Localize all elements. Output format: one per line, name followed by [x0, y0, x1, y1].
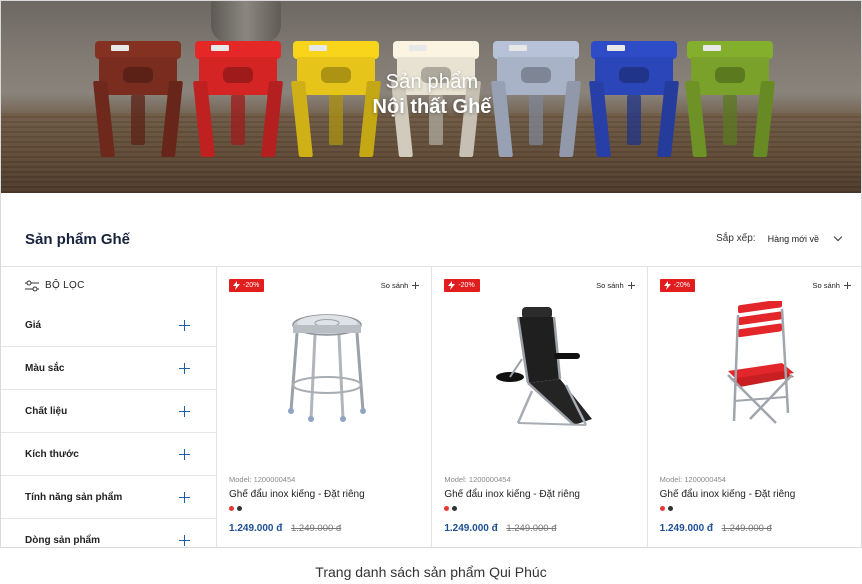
product-card[interactable]: -20% So sánh Model: 1200000454 Ghế đẩu i…: [648, 267, 861, 547]
filter-sliders-icon: [25, 280, 39, 291]
plus-icon: [843, 282, 851, 289]
discount-text: -20%: [673, 282, 690, 289]
product-model: Model: 1200000454: [444, 475, 511, 484]
facet-label: Tính năng sản phẩm: [25, 491, 123, 503]
compare-button[interactable]: So sánh: [381, 281, 420, 290]
product-name[interactable]: Ghế đẩu inox kiếng - Đặt riêng: [444, 489, 580, 500]
discount-text: -20%: [458, 282, 475, 289]
swatch-dark[interactable]: [237, 506, 242, 511]
swatch-red[interactable]: [229, 506, 234, 511]
hero-banner: Sản phẩm Nội thất Ghế: [1, 1, 861, 193]
filter-sidebar: BỘ LỌC Giá Màu sắc Chất liệu Kích thước …: [1, 267, 217, 547]
filter-price[interactable]: Giá: [1, 304, 216, 347]
facet-label: Kích thước: [25, 448, 79, 460]
discount-badge: -20%: [659, 279, 695, 292]
product-price: 1.249.000 đ: [229, 523, 283, 534]
expand-plus-icon[interactable]: [179, 535, 190, 546]
hero-subtitle: Sản phẩm: [385, 71, 479, 93]
color-swatches: [659, 506, 676, 511]
lightning-icon: [663, 281, 671, 290]
compare-button[interactable]: So sánh: [596, 281, 635, 290]
page-frame: Sản phẩm Nội thất Ghế Sản phẩm Ghế Sắp x…: [0, 0, 862, 548]
product-model: Model: 1200000454: [229, 475, 296, 484]
plus-icon: [412, 282, 420, 289]
swatch-dark[interactable]: [667, 506, 673, 511]
product-model: Model: 1200000454: [659, 475, 726, 484]
expand-plus-icon[interactable]: [179, 448, 190, 460]
product-old-price: 1.249.000 đ: [506, 523, 557, 534]
swatch-red[interactable]: [444, 506, 450, 511]
filter-features[interactable]: Tính năng sản phẩm: [1, 476, 216, 519]
expand-plus-icon[interactable]: [179, 405, 190, 417]
expand-plus-icon[interactable]: [179, 319, 190, 331]
folding-chair-icon[interactable]: [698, 301, 818, 431]
sort-control[interactable]: Sắp xếp: Hàng mới về: [716, 232, 843, 244]
product-name[interactable]: Ghế đẩu inox kiếng - Đặt riêng: [660, 489, 796, 500]
product-old-price: 1.249.000 đ: [721, 523, 772, 534]
discount-text: -20%: [243, 282, 260, 289]
product-price: 1.249.000 đ: [444, 523, 498, 534]
filter-product-line[interactable]: Dòng sản phẩm: [1, 519, 216, 547]
listing-header: Sản phẩm Ghế Sắp xếp: Hàng mới về: [1, 193, 861, 267]
swatch-red[interactable]: [659, 506, 665, 511]
compare-button[interactable]: So sánh: [812, 281, 851, 290]
compare-label: So sánh: [380, 281, 409, 290]
product-grid: -20% So sánh Model: 1200000454 Ghế đẩu i…: [217, 267, 861, 547]
recliner-chair-icon[interactable]: [482, 301, 602, 431]
filter-color[interactable]: Màu sắc: [1, 347, 216, 390]
facet-label: Màu sắc: [25, 362, 65, 374]
sort-select[interactable]: Hàng mới về: [768, 234, 819, 244]
expand-plus-icon[interactable]: [179, 491, 190, 503]
chevron-down-icon[interactable]: [833, 232, 843, 242]
page-caption: Trang danh sách sản phẩm Qui Phúc: [315, 564, 547, 580]
steel-stool-icon[interactable]: [267, 301, 387, 431]
discount-badge: -20%: [229, 279, 265, 292]
expand-plus-icon[interactable]: [179, 362, 190, 374]
elephant-foot-image: [211, 1, 281, 43]
filter-size[interactable]: Kích thước: [1, 433, 216, 476]
product-card[interactable]: -20% So sánh Model: 1200000454 Ghế đẩu i…: [217, 267, 433, 547]
facet-label: Giá: [25, 319, 42, 331]
discount-badge: -20%: [444, 279, 480, 292]
product-name[interactable]: Ghế đẩu inox kiếng - Đặt riêng: [229, 489, 365, 500]
compare-label: So sánh: [596, 281, 624, 290]
color-swatches: [444, 506, 460, 511]
filter-material[interactable]: Chất liệu: [1, 390, 216, 433]
sort-label: Sắp xếp:: [716, 233, 756, 244]
swatch-dark[interactable]: [452, 506, 458, 511]
lightning-icon: [448, 281, 456, 290]
plus-icon: [627, 282, 635, 289]
facet-label: Dòng sản phẩm: [25, 535, 101, 546]
filter-header[interactable]: BỘ LỌC: [1, 267, 216, 304]
page-title: Sản phẩm Ghế: [25, 231, 131, 248]
product-old-price: 1.249.000 đ: [291, 523, 342, 534]
lightning-icon: [233, 281, 240, 290]
hero-title: Nội thất Ghế: [372, 96, 492, 118]
compare-label: So sánh: [812, 281, 840, 290]
product-price: 1.249.000 đ: [659, 523, 714, 534]
color-swatches: [229, 506, 245, 511]
facet-label: Chất liệu: [25, 405, 68, 417]
product-card[interactable]: -20% So sánh Model: 1200000454 Ghế đẩu i…: [432, 267, 648, 547]
filter-label: BỘ LỌC: [45, 280, 85, 291]
